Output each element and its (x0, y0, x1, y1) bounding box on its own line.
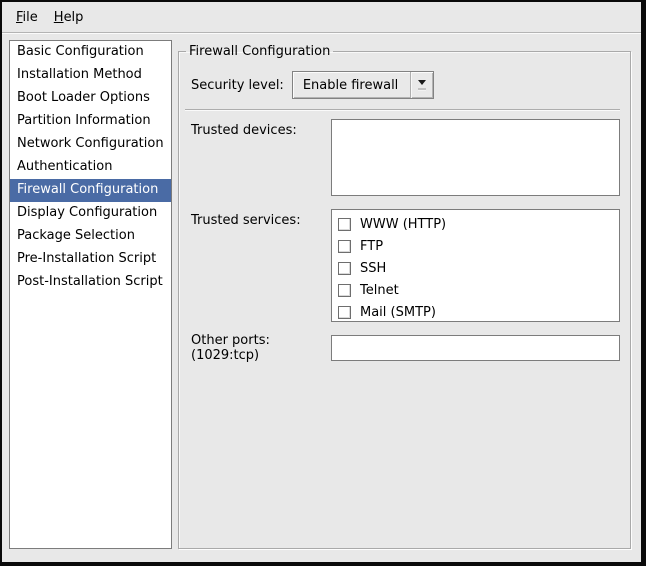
sidebar-item-basic-configuration[interactable]: Basic Configuration (10, 41, 171, 64)
service-option-ssh[interactable]: SSH (338, 257, 619, 279)
sidebar-item-installation-method[interactable]: Installation Method (10, 64, 171, 87)
trusted-devices-row: Trusted devices: (185, 119, 622, 196)
trusted-services-list: WWW (HTTP) FTP SSH Telnet (331, 209, 620, 322)
security-level-dropdown[interactable]: Enable firewall (292, 71, 434, 99)
service-label: Telnet (360, 283, 399, 298)
section-list: Basic Configuration Installation Method … (9, 40, 172, 549)
security-level-label: Security level: (185, 78, 284, 93)
service-option-www-http[interactable]: WWW (HTTP) (338, 213, 619, 235)
trusted-devices-list[interactable] (331, 119, 620, 196)
checkbox-telnet[interactable] (338, 284, 351, 297)
service-label: FTP (360, 239, 383, 254)
menu-help[interactable]: Help (46, 6, 92, 29)
sidebar-item-authentication[interactable]: Authentication (10, 156, 171, 179)
checkbox-mail-smtp[interactable] (338, 306, 351, 319)
sidebar-item-package-selection[interactable]: Package Selection (10, 225, 171, 248)
main-area: Basic Configuration Installation Method … (2, 34, 641, 562)
service-option-telnet[interactable]: Telnet (338, 279, 619, 301)
service-label: Mail (SMTP) (360, 305, 436, 320)
checkbox-ssh[interactable] (338, 262, 351, 275)
dropdown-arrow-icon (410, 72, 433, 98)
sidebar-item-display-configuration[interactable]: Display Configuration (10, 202, 171, 225)
firewall-configuration-frame: Firewall Configuration Security level: E… (178, 44, 631, 549)
frame-title: Firewall Configuration (186, 44, 333, 59)
security-level-value: Enable firewall (293, 78, 410, 93)
checkbox-ftp[interactable] (338, 240, 351, 253)
other-ports-row: Other ports: (1029:tcp) (185, 333, 622, 363)
security-level-row: Security level: Enable firewall (185, 71, 622, 99)
panel-separator (185, 109, 620, 111)
service-label: WWW (HTTP) (360, 217, 446, 232)
other-ports-label: Other ports: (1029:tcp) (185, 333, 331, 363)
sidebar-item-network-configuration[interactable]: Network Configuration (10, 133, 171, 156)
trusted-services-row: Trusted services: WWW (HTTP) FTP (185, 209, 622, 322)
menu-file[interactable]: File (8, 6, 46, 29)
sidebar-item-boot-loader-options[interactable]: Boot Loader Options (10, 87, 171, 110)
menubar: File Help (2, 2, 641, 32)
other-ports-input[interactable] (331, 335, 620, 361)
kickstart-configurator-window: File Help Basic Configuration Installati… (0, 0, 646, 566)
sidebar-item-pre-installation-script[interactable]: Pre-Installation Script (10, 248, 171, 271)
sidebar-item-post-installation-script[interactable]: Post-Installation Script (10, 271, 171, 294)
service-option-mail-smtp[interactable]: Mail (SMTP) (338, 301, 619, 323)
trusted-devices-label: Trusted devices: (185, 119, 331, 138)
sidebar-item-partition-information[interactable]: Partition Information (10, 110, 171, 133)
service-option-ftp[interactable]: FTP (338, 235, 619, 257)
checkbox-www-http[interactable] (338, 218, 351, 231)
trusted-services-label: Trusted services: (185, 209, 331, 228)
service-label: SSH (360, 261, 386, 276)
sidebar-item-firewall-configuration[interactable]: Firewall Configuration (10, 179, 171, 202)
